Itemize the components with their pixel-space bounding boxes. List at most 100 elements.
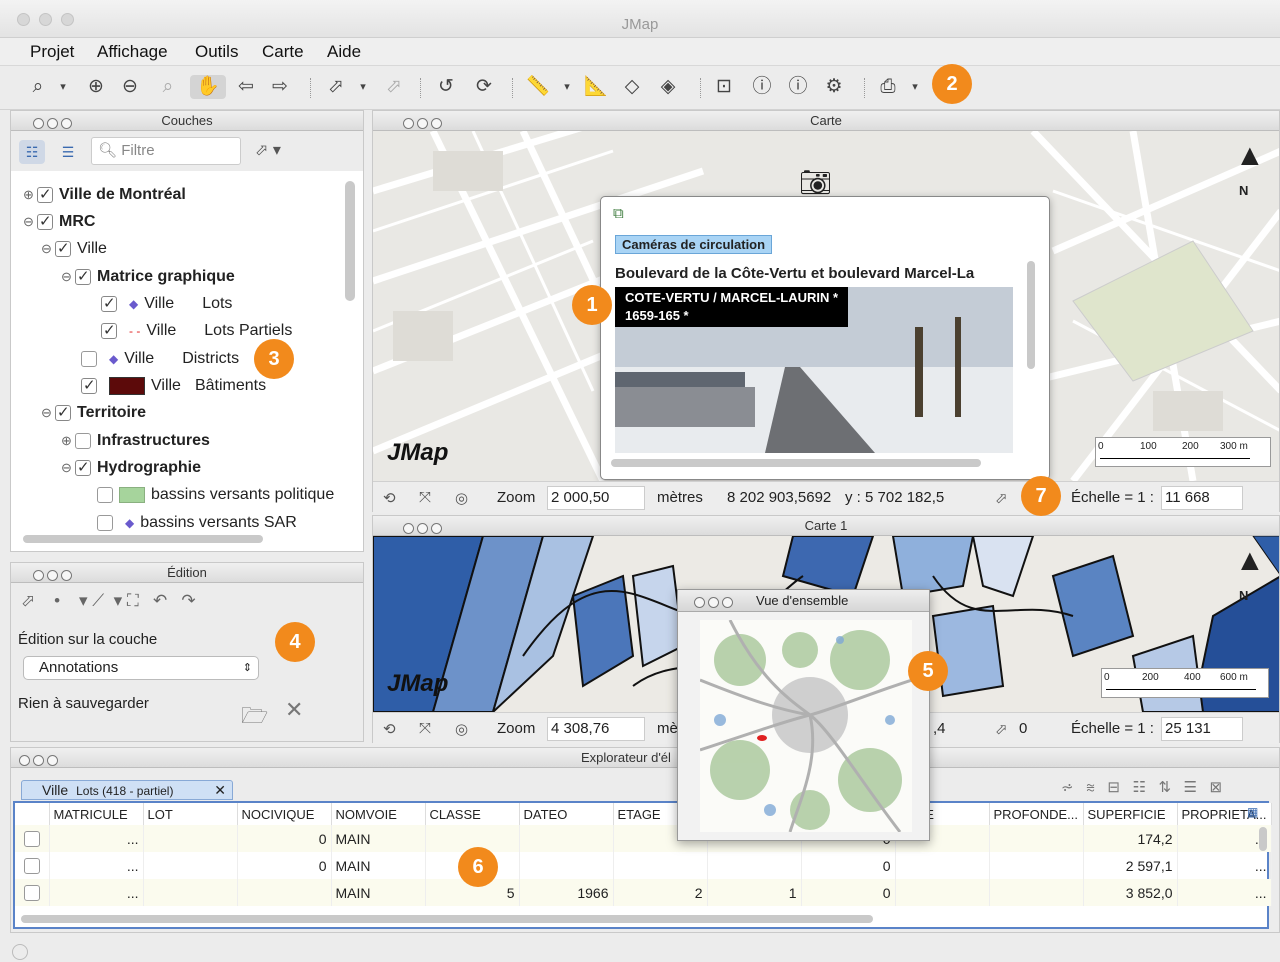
layer-tree-item[interactable]: ⊕ Ville de Montréal xyxy=(23,185,186,207)
zoom-input[interactable]: 2 000,50 xyxy=(547,486,645,510)
refresh-map-icon[interactable]: ⟲ xyxy=(383,720,396,738)
menu-outils[interactable]: Outils xyxy=(195,42,238,62)
layer-filter-input[interactable]: 🔍︎ Filtre xyxy=(91,137,241,165)
column-header[interactable]: MATRICULE xyxy=(49,803,144,825)
rotation-icon[interactable]: ⬀ xyxy=(995,489,1008,507)
layers-hscrollbar[interactable] xyxy=(23,535,263,543)
collapse-icon[interactable]: ⊖ xyxy=(61,458,75,478)
column-header[interactable]: NOCIVIQUE xyxy=(237,803,332,825)
refresh-icon[interactable]: ⟳ xyxy=(472,75,496,99)
info-icon[interactable]: ⓘ xyxy=(750,75,774,99)
select-icon[interactable]: ⬀ xyxy=(324,75,348,99)
select-clear-icon[interactable]: ⬀ xyxy=(382,75,406,99)
column-header[interactable]: PROFONDE... xyxy=(989,803,1084,825)
list-view-icon[interactable]: ☰ xyxy=(55,140,81,164)
zoom-selection-icon[interactable]: ⊟ xyxy=(1107,779,1120,796)
collapse-icon[interactable]: ⊖ xyxy=(23,212,37,232)
camera-icon[interactable]: 📷︎ xyxy=(799,167,832,198)
columns-icon[interactable]: ☰ xyxy=(1184,779,1197,796)
layer-visibility-checkbox[interactable] xyxy=(97,515,113,531)
layer-visibility-checkbox[interactable] xyxy=(75,267,91,287)
layer-visibility-checkbox[interactable] xyxy=(75,432,91,449)
row-select-checkbox[interactable] xyxy=(23,885,40,902)
table-hscrollbar[interactable] xyxy=(21,915,873,923)
undo-icon[interactable]: ↶ xyxy=(153,591,167,610)
layer-tree-item[interactable]: ⊖ MRC xyxy=(23,212,95,234)
collapse-icon[interactable]: ⊖ xyxy=(41,403,55,423)
column-header[interactable] xyxy=(15,803,50,825)
full-extent-icon[interactable]: ⤧ xyxy=(419,720,431,737)
layer-tree-item[interactable]: ⊖ Matrice graphique xyxy=(61,267,235,289)
column-header[interactable]: SUPERFICIE xyxy=(1083,803,1178,825)
comment-icon[interactable]: ◎ xyxy=(455,489,468,507)
rotation-icon[interactable]: ⬀ xyxy=(995,720,1008,738)
layer-tree-item[interactable]: Ville Bâtiments xyxy=(81,376,266,398)
explorer-tab[interactable]: Ville Lots (418 - partiel) ✕ xyxy=(21,780,233,800)
cancel-edits-icon[interactable]: ✕ xyxy=(285,697,303,723)
layer-tree-item[interactable]: - - Ville Lots Partiels xyxy=(101,321,292,343)
menu-affichage[interactable]: Affichage xyxy=(97,42,168,62)
dropdown-arrow-icon[interactable]: ▾ xyxy=(560,75,574,99)
zoom-input[interactable]: 4 308,76 xyxy=(547,717,645,741)
filter-clear-icon[interactable]: ⩫ xyxy=(1061,779,1074,796)
expand-icon[interactable]: ⊕ xyxy=(23,185,37,205)
clear-measure-icon[interactable]: 📐 xyxy=(584,75,608,99)
collapse-icon[interactable]: ⊖ xyxy=(41,239,55,259)
pan-hand-icon[interactable]: ✋ xyxy=(190,75,226,99)
filter-icon[interactable]: ⩬ xyxy=(1086,779,1095,796)
polygon-tool-icon[interactable]: ▾ ⛶ xyxy=(114,591,139,610)
panel-window-controls[interactable] xyxy=(694,595,736,611)
layers-scrollbar[interactable] xyxy=(345,181,355,301)
menu-carte[interactable]: Carte xyxy=(262,42,304,62)
zoom-extent-icon[interactable]: ⌕ xyxy=(156,75,180,99)
point-tool-icon[interactable]: • xyxy=(54,591,60,610)
layer-options-icon[interactable]: ⬀ ▾ xyxy=(255,140,295,164)
scale-input[interactable]: 11 668 xyxy=(1161,486,1243,510)
layer-tree-item[interactable]: ⊖ Territoire xyxy=(41,403,146,425)
layer-visibility-checkbox[interactable] xyxy=(97,486,113,503)
menu-projet[interactable]: Projet xyxy=(30,42,74,62)
layer-visibility-checkbox[interactable] xyxy=(101,294,117,314)
export-excel-icon[interactable]: ⊠ xyxy=(1210,779,1223,796)
row-select-checkbox[interactable] xyxy=(23,831,40,848)
table-row[interactable]: ...0MAIN0174,2... xyxy=(15,825,1272,852)
panel-window-controls[interactable] xyxy=(19,567,89,581)
zoom-options-icon[interactable]: ⌕ xyxy=(26,75,50,99)
scale-input[interactable]: 25 131 xyxy=(1161,717,1243,741)
next-view-icon[interactable]: ⇨ xyxy=(268,75,292,99)
overview-map[interactable] xyxy=(699,619,913,833)
edition-layer-select[interactable]: Annotations ⇕ xyxy=(23,656,259,680)
line-tool-icon[interactable]: ▾ ⟋ xyxy=(79,591,104,610)
close-tab-icon[interactable]: ✕ xyxy=(214,781,226,799)
zoom-in-icon[interactable]: ⊕ xyxy=(84,75,108,99)
layer-tree-item[interactable]: ◆ bassins versants SAR xyxy=(97,513,297,535)
layer-tree-item[interactable]: bassins versants politique xyxy=(97,485,334,507)
panel-window-controls[interactable] xyxy=(389,520,459,534)
tree-view-icon[interactable]: ☷ xyxy=(19,140,45,164)
layer-visibility-checkbox[interactable] xyxy=(37,185,53,205)
clear-label-icon[interactable]: ◈ xyxy=(656,75,680,99)
panel-window-controls[interactable] xyxy=(19,115,89,129)
map-canvas[interactable]: 📷︎ ▲ N JMap 0 100 200 300 m ⧉ Caméras de… xyxy=(373,131,1279,481)
column-header[interactable]: DATEO xyxy=(519,803,614,825)
panel-window-controls[interactable] xyxy=(389,115,459,129)
previous-view-icon[interactable]: ⇦ xyxy=(234,75,258,99)
popup-hscrollbar[interactable] xyxy=(611,459,981,467)
column-chooser-icon[interactable]: ▦ xyxy=(1247,805,1258,819)
refresh-map-icon[interactable]: ⟲ xyxy=(383,489,396,507)
export-icon[interactable]: ⧉ xyxy=(613,205,624,222)
dropdown-arrow-icon[interactable]: ▾ xyxy=(56,75,70,99)
select-tool-icon[interactable]: ⬀ xyxy=(21,591,35,610)
measure-ruler-icon[interactable]: 📏 xyxy=(526,75,550,99)
table-row[interactable]: ... MAIN 5 1966 2 1 0 3 852,0... xyxy=(15,879,1272,906)
layer-tree-item[interactable]: ◆ Ville Lots xyxy=(101,294,232,316)
save-folder-icon[interactable]: 🗁 xyxy=(241,699,268,737)
rotate-icon[interactable]: ↺ xyxy=(434,75,458,99)
list-options-icon[interactable]: ☷ xyxy=(1132,779,1145,796)
panel-window-controls[interactable] xyxy=(19,752,89,766)
column-header[interactable]: CLASSE xyxy=(425,803,520,825)
collapse-icon[interactable]: ⊖ xyxy=(61,267,75,287)
info-panel-icon[interactable]: ⓘ xyxy=(786,75,810,99)
layer-visibility-checkbox[interactable] xyxy=(101,321,117,341)
column-header[interactable]: NOMVOIE xyxy=(331,803,426,825)
